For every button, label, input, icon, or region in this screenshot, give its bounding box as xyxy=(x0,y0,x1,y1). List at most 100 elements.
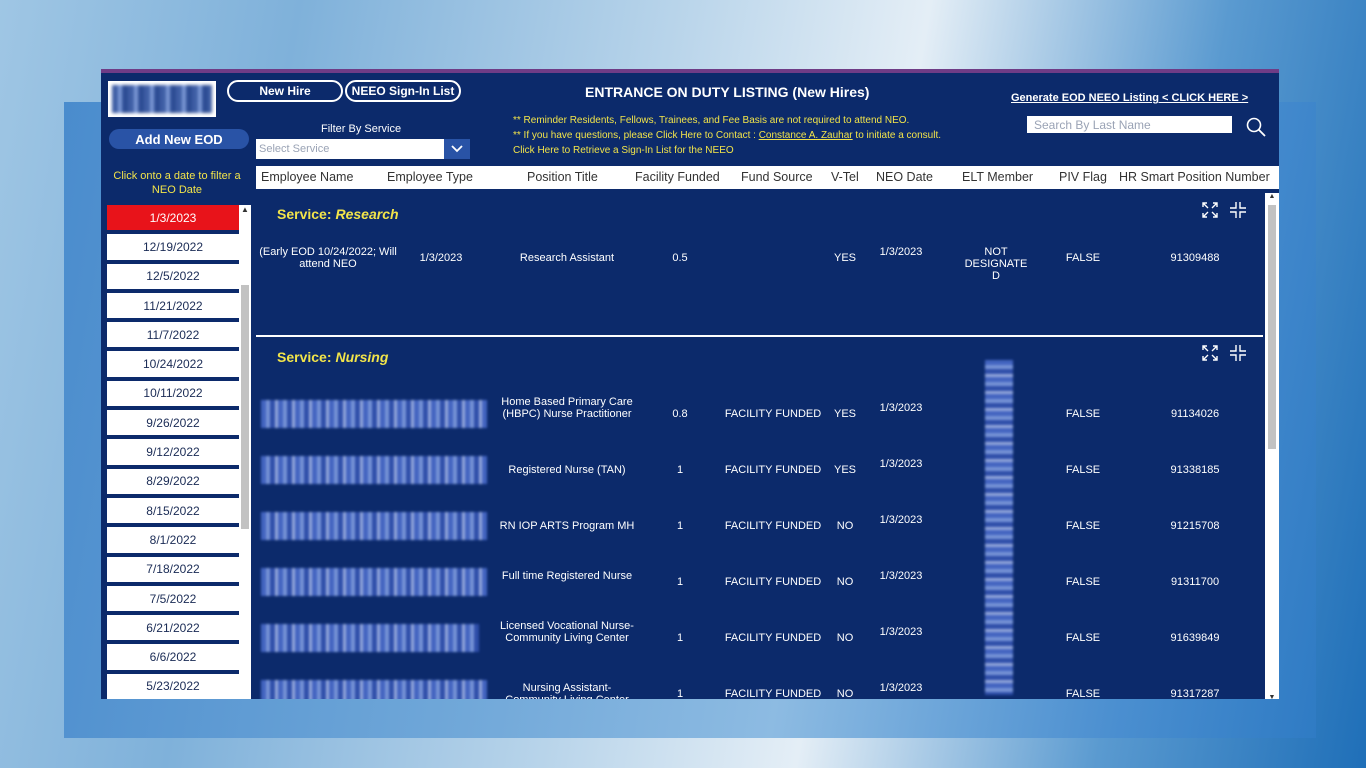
date-list-scrollbar[interactable]: ▲ xyxy=(239,205,251,699)
cell-piv: FALSE xyxy=(1065,408,1101,420)
column-header-fund-source[interactable]: Fund Source xyxy=(741,170,813,184)
date-list-item[interactable]: 9/26/2022 xyxy=(107,410,239,440)
app-window: New Hire NEEO Sign-In List Add New EOD C… xyxy=(101,69,1279,699)
cell-source: FACILITY FUNDED xyxy=(724,632,822,644)
date-list-item[interactable]: 12/5/2022 xyxy=(107,263,239,293)
column-header-employee-name[interactable]: Employee Name xyxy=(261,170,353,184)
cell-vtel: NO xyxy=(836,576,854,588)
date-list-item[interactable]: 11/21/2022 xyxy=(107,292,239,323)
cell-neo: 1/3/2023 xyxy=(879,402,923,414)
table-row[interactable]: Home Based Primary Care (HBPC) Nurse Pra… xyxy=(256,396,1263,429)
redacted-employee-name xyxy=(261,512,487,540)
search-last-name-input[interactable] xyxy=(1027,116,1232,133)
cell-piv: FALSE xyxy=(1065,464,1101,476)
cell-ff: 0.5 xyxy=(672,252,688,264)
cell-hr: 91309488 xyxy=(1170,252,1220,264)
cell-ff: 1 xyxy=(676,576,684,588)
column-header-elt-member[interactable]: ELT Member xyxy=(962,170,1033,184)
scroll-down-icon[interactable]: ▼ xyxy=(1265,694,1279,699)
table-row[interactable]: Full time Registered Nurse 1 FACILITY FUND… xyxy=(256,567,1263,597)
date-list-item[interactable]: 10/24/2022 xyxy=(107,351,239,381)
collapse-icon[interactable] xyxy=(1229,344,1247,362)
cell-piv: FALSE xyxy=(1065,688,1101,699)
cell-ff: 1 xyxy=(676,464,684,476)
scroll-thumb[interactable] xyxy=(1268,205,1276,449)
chevron-down-icon[interactable] xyxy=(444,139,470,159)
contact-link[interactable]: Constance A. Zauhar xyxy=(759,130,853,141)
date-list-item[interactable]: 12/19/2022 xyxy=(107,234,239,264)
service-actions xyxy=(1201,344,1247,362)
cell-piv: FALSE xyxy=(1065,632,1101,644)
redacted-employee-name xyxy=(261,624,479,652)
page-title: ENTRANCE ON DUTY LISTING (New Hires) xyxy=(585,84,870,100)
expand-icon[interactable] xyxy=(1201,201,1219,219)
cell-neo: 1/3/2023 xyxy=(879,682,923,694)
service-select-placeholder: Select Service xyxy=(259,143,330,155)
signin-retrieve-link[interactable]: Click Here to Retrieve a Sign-In List fo… xyxy=(513,143,941,158)
cell-title: Research Assistant xyxy=(519,252,615,264)
date-list-item[interactable]: 1/3/2023 xyxy=(107,205,239,235)
cell-name: (Early EOD 10/24/2022; Will attend NEO xyxy=(259,246,397,270)
neeo-signin-list-button[interactable]: NEEO Sign-In List xyxy=(345,80,461,102)
cell-title: Licensed Vocational Nurse-Community Livi… xyxy=(500,620,634,644)
expand-icon[interactable] xyxy=(1201,344,1219,362)
cell-piv: FALSE xyxy=(1065,520,1101,532)
date-list-item[interactable]: 8/29/2022 xyxy=(107,468,239,498)
table-row[interactable]: Registered Nurse (TAN) 1 FACILITY FUNDED YE… xyxy=(256,455,1263,485)
redacted-employee-name xyxy=(261,400,487,428)
column-header-employee-type[interactable]: Employee Type xyxy=(387,170,473,184)
note-contact: ** If you have questions, please Click H… xyxy=(513,130,942,141)
cell-hr: 91215708 xyxy=(1170,520,1220,532)
scroll-up-icon[interactable]: ▲ xyxy=(1265,193,1279,200)
cell-source: FACILITY FUNDED xyxy=(724,688,822,699)
date-list-item[interactable]: 6/6/2022 xyxy=(107,644,239,674)
cell-title: Nursing Assistant-Community Living Cente… xyxy=(505,682,629,699)
collapse-icon[interactable] xyxy=(1229,201,1247,219)
notes-block: ** Reminder Residents, Fellows, Trainees… xyxy=(513,113,941,158)
scroll-thumb[interactable] xyxy=(241,285,249,529)
date-list-item[interactable]: 7/18/2022 xyxy=(107,556,239,586)
generate-eod-listing-link[interactable]: Generate EOD NEEO Listing < CLICK HERE > xyxy=(1011,92,1248,104)
new-hire-button[interactable]: New Hire xyxy=(227,80,343,102)
cell-hr: 91317287 xyxy=(1170,688,1220,699)
scroll-up-icon[interactable]: ▲ xyxy=(239,205,251,214)
column-header-position-title[interactable]: Position Title xyxy=(527,170,598,184)
table-row[interactable]: Nursing Assistant-Community Living Cente… xyxy=(256,679,1263,699)
cell-ff: 1 xyxy=(676,632,684,644)
date-list-item[interactable]: 9/12/2022 xyxy=(107,439,239,469)
cell-vtel: YES xyxy=(833,252,856,264)
column-header-v-tel[interactable]: V-Tel xyxy=(831,170,859,184)
redacted-employee-name xyxy=(261,568,487,596)
redacted-elt-member xyxy=(985,360,1013,695)
list-scrollbar[interactable]: ▲ ▼ xyxy=(1265,193,1279,699)
cell-piv: FALSE xyxy=(1065,252,1101,264)
cell-title: Home Based Primary Care (HBPC) Nurse Pra… xyxy=(501,396,633,420)
table-row[interactable]: (Early EOD 10/24/2022; Will attend NEO 1/… xyxy=(256,233,1263,283)
date-list-item[interactable]: 7/5/2022 xyxy=(107,585,239,616)
table-row[interactable]: Licensed Vocational Nurse-Community Livi… xyxy=(256,620,1263,653)
cell-vtel: YES xyxy=(833,408,856,420)
date-list-item[interactable]: 11/7/2022 xyxy=(107,322,239,352)
service-select[interactable]: Select Service xyxy=(256,139,470,159)
service-title: Service: Nursing xyxy=(277,349,389,365)
cell-title: Registered Nurse (TAN) xyxy=(508,464,626,476)
table-row[interactable]: RN IOP ARTS Program MH 1 FACILITY FUNDED NO… xyxy=(256,511,1263,541)
column-header-piv-flag[interactable]: PIV Flag xyxy=(1059,170,1107,184)
date-list-item[interactable]: 8/15/2022 xyxy=(107,497,239,528)
date-list-item[interactable]: 6/21/2022 xyxy=(107,615,239,645)
add-new-eod-button[interactable]: Add New EOD xyxy=(109,129,249,149)
date-list-item[interactable]: 8/1/2022 xyxy=(107,527,239,557)
redacted-employee-name xyxy=(261,680,487,699)
cell-hr: 91338185 xyxy=(1170,464,1220,476)
date-list-item[interactable]: 5/23/2022 xyxy=(107,673,239,699)
search-icon[interactable] xyxy=(1245,116,1267,138)
service-title: Service: Research xyxy=(277,206,399,222)
column-header-facility-funded[interactable]: Facility Funded xyxy=(635,170,720,184)
cell-source: FACILITY FUNDED xyxy=(724,520,822,532)
date-list-item[interactable]: 10/11/2022 xyxy=(107,380,239,411)
cell-source: FACILITY FUNDED xyxy=(724,408,822,420)
date-list: 1/3/2023 12/19/2022 12/5/2022 11/21/2022 11/… xyxy=(107,205,239,699)
column-header-hr-smart-position-number[interactable]: HR Smart Position Number xyxy=(1119,170,1270,184)
column-header-neo-date[interactable]: NEO Date xyxy=(876,170,933,184)
cell-neo: 1/3/2023 xyxy=(879,246,923,258)
